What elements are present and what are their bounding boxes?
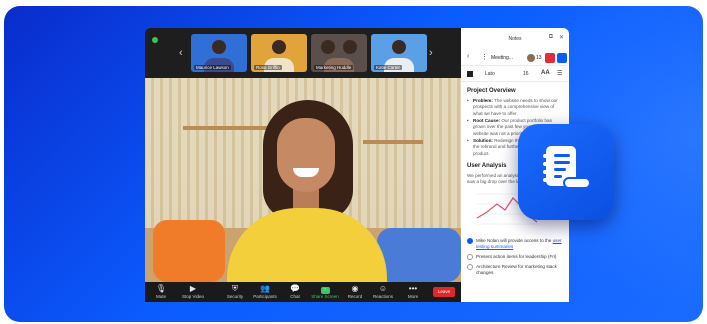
stop-video-button[interactable]: ▶ Stop Video bbox=[177, 284, 209, 302]
reactions-label: Reactions bbox=[372, 294, 393, 299]
participant-head bbox=[320, 40, 335, 54]
strip-next-arrow-icon[interactable]: › bbox=[429, 47, 433, 59]
blue-cushion bbox=[377, 228, 461, 282]
more-label: More bbox=[407, 294, 419, 299]
bullet-label: Solution: bbox=[473, 138, 493, 143]
task-text: Present action items for leadership (Fri… bbox=[476, 253, 557, 259]
task-item[interactable]: Mike Nolan will provide access to the us… bbox=[467, 237, 565, 250]
task-item[interactable]: Architecture Review for marketing stack … bbox=[467, 263, 565, 276]
record-status-icon[interactable] bbox=[545, 53, 555, 63]
active-speaker-video bbox=[145, 78, 461, 282]
notes-doc-header: ‹ ⋮ Meeting... 13 bbox=[461, 50, 569, 66]
security-button[interactable]: ⛨ Security bbox=[219, 284, 251, 302]
background-shelf bbox=[363, 140, 423, 144]
vertical-dots-icon[interactable]: ⋮ bbox=[481, 53, 488, 61]
checkbox[interactable] bbox=[467, 253, 473, 260]
more-button[interactable]: ••• More bbox=[397, 284, 429, 302]
reactions-icon: ☺ bbox=[378, 284, 388, 293]
participant-strip: ‹ Maurice Lawson Rosa Griffin Marketing … bbox=[145, 28, 461, 78]
task-text: Architecture Review for marketing stack … bbox=[476, 263, 557, 275]
zoom-meeting-window: ‹ Maurice Lawson Rosa Griffin Marketing … bbox=[145, 28, 461, 302]
checkbox[interactable] bbox=[467, 263, 473, 270]
participant-name: Rosa Griffin bbox=[254, 65, 282, 70]
text-format-icon[interactable]: AA bbox=[541, 70, 550, 76]
status-dot bbox=[152, 37, 158, 43]
share-screen-label: Share Screen bbox=[311, 294, 339, 299]
checkbox-checked[interactable] bbox=[467, 237, 473, 244]
bullet-label: Problem: bbox=[473, 98, 493, 103]
formatting-toolbar: Lato 16 AA ☰ bbox=[461, 66, 569, 82]
participant-thumb-2[interactable]: Marketing Huddle bbox=[311, 34, 367, 72]
participant-thumb-0[interactable]: Maurice Lawson bbox=[191, 34, 247, 72]
close-icon[interactable]: ✕ bbox=[559, 34, 564, 41]
pop-out-icon[interactable]: ⧉ bbox=[549, 34, 553, 41]
share-icon[interactable] bbox=[557, 53, 567, 63]
participant-name: Marketing Huddle bbox=[314, 65, 354, 70]
chat-button[interactable]: 💬 Chat bbox=[279, 284, 311, 302]
share-screen-button[interactable]: ↑ Share Screen bbox=[309, 284, 341, 302]
avatar bbox=[527, 54, 535, 62]
chat-icon: 💬 bbox=[290, 284, 300, 293]
mic-icon: 🎙 bbox=[155, 284, 167, 293]
participant-thumb-3[interactable]: Katie Carter bbox=[371, 34, 427, 72]
share-screen-icon: ↑ bbox=[309, 284, 341, 294]
notes-app-icon bbox=[518, 124, 614, 220]
video-icon: ▶ bbox=[189, 284, 197, 293]
mute-label: Mute bbox=[155, 294, 166, 299]
participants-label: Participants bbox=[253, 294, 277, 299]
speaker-face bbox=[277, 118, 335, 192]
participants-icon: 👥 bbox=[260, 284, 270, 293]
task-text: Mike Nolan will provide access to the bbox=[476, 237, 552, 243]
back-arrow-icon[interactable]: ‹ bbox=[467, 53, 469, 60]
leave-button[interactable]: Leave bbox=[433, 287, 455, 297]
font-select[interactable]: Lato bbox=[485, 71, 495, 77]
project-heading: Project Overview bbox=[467, 88, 516, 94]
security-label: Security bbox=[226, 294, 244, 299]
doc-title[interactable]: Meeting... bbox=[491, 55, 513, 61]
font-size-select[interactable]: 16 bbox=[523, 71, 529, 77]
chat-label: Chat bbox=[290, 294, 300, 299]
task-item[interactable]: Present action items for leadership (Fri… bbox=[467, 253, 565, 260]
meeting-toolbar: 🎙 Mute ▶ Stop Video ⛨ Security 👥 Partici… bbox=[145, 282, 461, 302]
stop-video-label: Stop Video bbox=[182, 294, 204, 299]
participants-button[interactable]: 👥 Participants bbox=[249, 284, 281, 302]
participant-head bbox=[343, 40, 358, 54]
reactions-button[interactable]: ☺ Reactions bbox=[367, 284, 399, 302]
orange-cushion bbox=[153, 220, 225, 282]
background-shelf bbox=[183, 126, 273, 130]
participant-count: 13 bbox=[536, 55, 542, 61]
participant-head bbox=[272, 40, 286, 54]
more-icon: ••• bbox=[408, 284, 418, 293]
shield-icon: ⛨ bbox=[232, 284, 238, 293]
mute-button[interactable]: 🎙 Mute bbox=[145, 284, 177, 302]
strip-prev-arrow-icon[interactable]: ‹ bbox=[179, 47, 183, 59]
participant-name: Katie Carter bbox=[374, 65, 403, 70]
participant-thumb-1[interactable]: Rosa Griffin bbox=[251, 34, 307, 72]
participant-head bbox=[392, 40, 406, 54]
participant-name: Maurice Lawson bbox=[194, 65, 231, 70]
text-color-icon[interactable] bbox=[467, 71, 473, 77]
list-item: Problem: The website needs to show our p… bbox=[467, 98, 565, 117]
bullet-label: Root Cause: bbox=[473, 118, 501, 123]
participant-head bbox=[212, 40, 226, 54]
list-icon[interactable]: ☰ bbox=[557, 70, 562, 77]
notepad-icon bbox=[543, 146, 591, 189]
